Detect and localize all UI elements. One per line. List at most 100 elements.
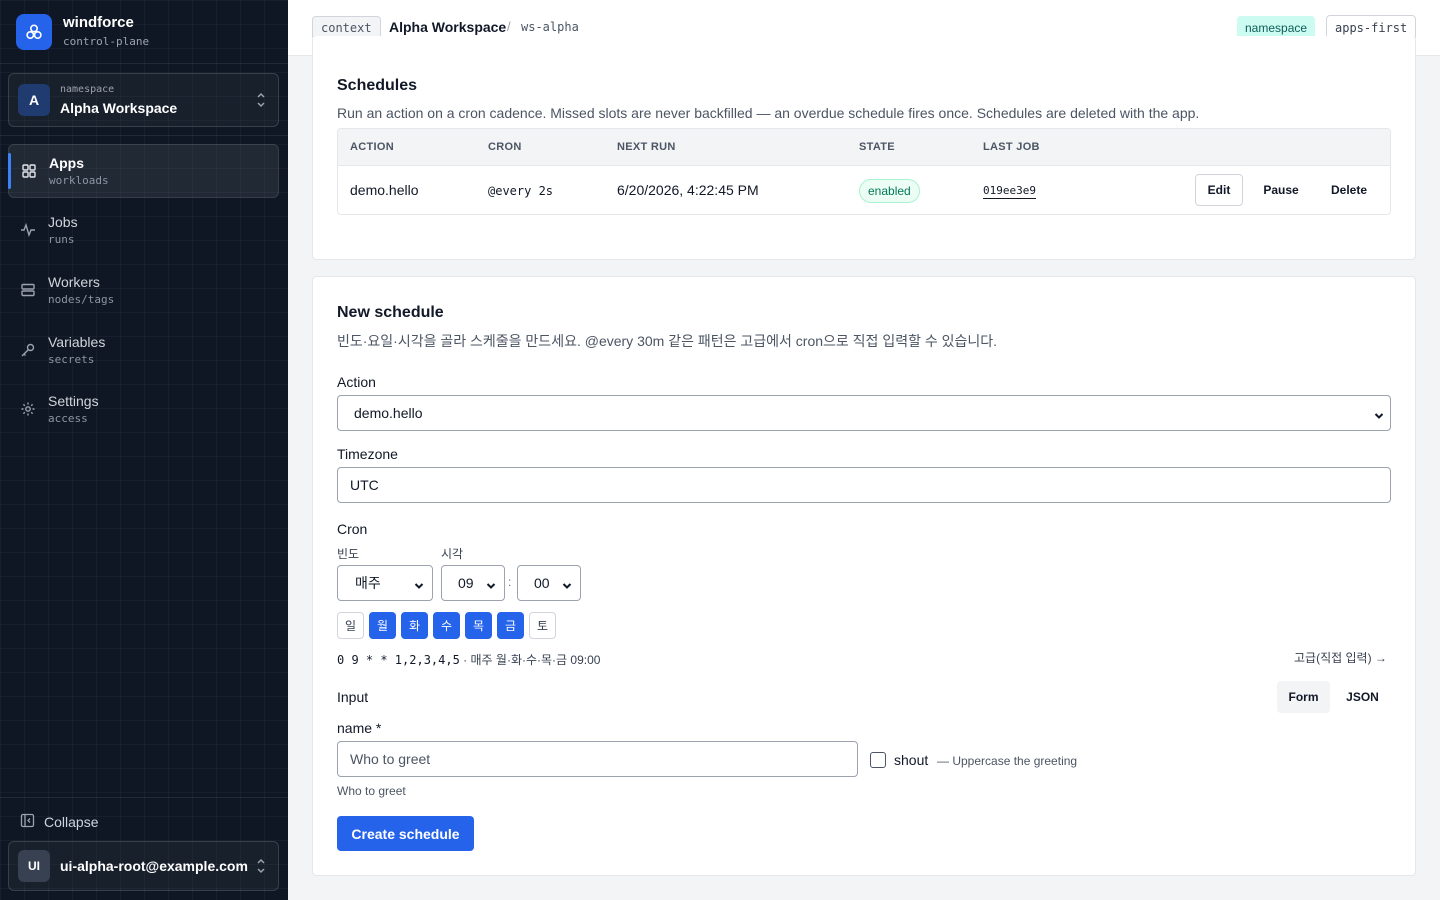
column-header: NEXT RUN (617, 141, 676, 153)
sidebar: windforce control-plane A namespace Alph… (0, 0, 288, 900)
advanced-cron-link[interactable]: 고급(직접 입력) → (1294, 649, 1387, 666)
sidebar-item-sublabel: secrets (48, 352, 95, 366)
cron-preview: 0 9 * * 1,2,3,4,5 · 매주 월·화·수·목·금 09:00 (337, 651, 600, 668)
cell-next-run: 6/20/2026, 4:22:45 PM (617, 182, 759, 198)
timezone-input[interactable]: UTC (337, 467, 1391, 503)
section-description: Run an action on a cron cadence. Missed … (337, 105, 1200, 121)
breadcrumb-slug: ws-alpha (521, 20, 579, 34)
chevron-down-icon (486, 578, 496, 594)
sidebar-item-sublabel: workloads (49, 173, 109, 187)
minute-select[interactable]: 00 (517, 565, 581, 601)
name-help-text: Who to greet (337, 784, 406, 798)
input-label: Input (337, 689, 369, 705)
cell-action: demo.hello (350, 182, 419, 198)
day-toggle-fri[interactable]: 금 (497, 612, 524, 639)
column-header: LAST JOB (983, 141, 1040, 153)
chevron-updown-icon (255, 857, 267, 880)
sidebar-item-workers[interactable]: Workers nodes/tags (8, 263, 279, 317)
sidebar-item-sublabel: nodes/tags (48, 292, 115, 306)
chevron-updown-icon (255, 91, 267, 114)
frequency-select[interactable]: 매주 (337, 565, 433, 601)
sidebar-item-apps[interactable]: Apps workloads (8, 144, 279, 198)
breadcrumb-workspace[interactable]: Alpha Workspace (389, 19, 506, 35)
sidebar-item-label: Settings (48, 392, 99, 409)
tab-form[interactable]: Form (1277, 681, 1330, 713)
day-toggle-tue[interactable]: 화 (401, 612, 428, 639)
day-toggle-wed[interactable]: 수 (433, 612, 460, 639)
chevron-down-icon (1374, 408, 1384, 424)
section-title: New schedule (337, 304, 444, 321)
delete-button[interactable]: Delete (1319, 174, 1379, 206)
table-header: ACTION CRON NEXT RUN STATE LAST JOB (338, 129, 1390, 166)
brand-subtitle: control-plane (63, 35, 150, 48)
cron-expression: 0 9 * * 1,2,3,4,5 (337, 653, 460, 667)
action-select[interactable]: demo.hello (337, 395, 1391, 431)
column-header: STATE (859, 141, 895, 153)
time-label: 시각 (441, 547, 464, 561)
sidebar-item-variables[interactable]: Variables secrets (8, 323, 279, 377)
collapse-sidebar-icon (20, 813, 35, 831)
action-select-value: demo.hello (354, 405, 423, 421)
sidebar-item-label: Jobs (48, 213, 78, 230)
sidebar-item-sublabel: access (48, 411, 88, 425)
sidebar-item-jobs[interactable]: Jobs runs (8, 203, 279, 257)
schedules-card: Schedules Run an action on a cron cadenc… (312, 36, 1416, 260)
cell-cron: @every 2s (488, 184, 554, 198)
new-schedule-card: New schedule 빈도·요일·시각을 골라 스케줄을 만드세요. @ev… (312, 276, 1416, 876)
frequency-label: 빈도 (337, 547, 360, 561)
day-toggle-sun[interactable]: 일 (337, 612, 364, 639)
edit-button[interactable]: Edit (1195, 174, 1243, 206)
timezone-label: Timezone (337, 446, 398, 462)
server-icon (20, 282, 36, 298)
name-label: name * (337, 720, 382, 736)
avatar: UI (18, 850, 50, 882)
sidebar-divider (0, 797, 288, 798)
windforce-logo-icon (16, 14, 52, 50)
shout-hint: — Uppercase the greeting (937, 754, 1078, 768)
day-toggle-thu[interactable]: 목 (465, 612, 492, 639)
activity-icon (20, 222, 36, 238)
day-toggle-mon[interactable]: 월 (369, 612, 396, 639)
chevron-down-icon (414, 578, 424, 594)
action-label: Action (337, 374, 376, 390)
gear-icon (20, 401, 36, 417)
create-schedule-button[interactable]: Create schedule (337, 816, 474, 851)
collapse-button[interactable]: Collapse (20, 813, 98, 831)
brand[interactable]: windforce control-plane (16, 14, 149, 50)
key-icon (20, 342, 36, 358)
collapse-label: Collapse (44, 814, 99, 830)
name-input[interactable]: Who to greet (337, 741, 858, 777)
user-email: ui-alpha-root@example.com (60, 858, 248, 874)
cron-human-readable: · 매주 월·화·수·목·금 09:00 (459, 653, 601, 667)
sidebar-divider (0, 135, 288, 136)
column-header: CRON (488, 141, 522, 153)
namespace-label: namespace (60, 83, 115, 95)
section-description: 빈도·요일·시각을 골라 스케줄을 만드세요. @every 30m 같은 패턴… (337, 333, 998, 349)
last-job-link[interactable]: 019ee3e9 (983, 183, 1036, 199)
sidebar-item-label: Apps (49, 154, 84, 171)
cron-label: Cron (337, 521, 368, 537)
pause-button[interactable]: Pause (1251, 174, 1311, 206)
tab-json[interactable]: JSON (1336, 681, 1389, 713)
sidebar-item-label: Variables (48, 333, 106, 350)
namespace-switcher[interactable]: A namespace Alpha Workspace (8, 73, 279, 127)
user-menu[interactable]: UI ui-alpha-root@example.com (8, 841, 279, 891)
brand-name: windforce (63, 14, 134, 31)
day-toggle-sat[interactable]: 토 (529, 612, 556, 639)
time-separator: : (508, 575, 512, 589)
section-title: Schedules (337, 77, 418, 94)
schedules-table: ACTION CRON NEXT RUN STATE LAST JOB demo… (337, 128, 1391, 215)
sidebar-item-label: Workers (48, 273, 100, 290)
breadcrumb-separator: / (507, 19, 511, 34)
sidebar-item-settings[interactable]: Settings access (8, 382, 279, 436)
frequency-select-value: 매주 (355, 575, 381, 591)
hour-select[interactable]: 09 (441, 565, 505, 601)
minute-select-value: 00 (534, 575, 550, 591)
grid-icon (21, 163, 37, 179)
namespace-avatar: A (18, 84, 50, 116)
shout-label: shout (894, 752, 929, 768)
sidebar-divider (0, 63, 288, 64)
namespace-name: Alpha Workspace (60, 99, 178, 116)
sidebar-item-sublabel: runs (48, 232, 75, 246)
shout-checkbox[interactable] (870, 752, 886, 768)
